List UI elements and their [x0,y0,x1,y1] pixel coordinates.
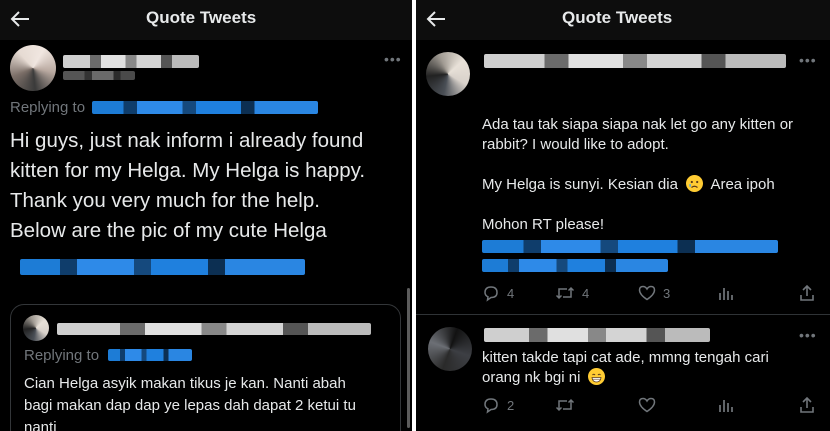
avatar[interactable] [10,45,56,91]
header-bar: Quote Tweets [0,0,412,40]
replying-to-label: Replying to [10,99,86,116]
quoted-tweet-card[interactable]: Replying to Cian Helga asyik makan tikus… [10,304,401,431]
quoted-line: nanti [24,419,57,431]
quoted-line: Cian Helga asyik makan tikus je kan. Nan… [24,375,346,392]
retweet-count: 4 [582,285,590,301]
tweet-text: kitten takde tapi cat ade, mmng tengah c… [482,348,822,388]
like-count: 3 [663,285,671,301]
tweet-text-segment: My Helga is sunyi. Kesian dia [482,176,678,193]
more-icon[interactable]: ••• [799,52,817,68]
tweet-separator [416,314,830,315]
hashtags-redacted[interactable] [20,259,305,275]
back-arrow-icon[interactable] [422,6,450,32]
analytics-icon [719,288,733,300]
retweet-icon [555,286,575,300]
back-arrow-icon[interactable] [6,6,34,32]
share-button[interactable] [798,396,816,414]
tweet-actions: 2 [482,396,816,418]
quoted-author-redacted [57,323,371,335]
reply-count: 4 [507,285,515,301]
reply-icon [484,398,498,414]
tweet-text: Ada tau tak siapa siapa nak let go any k… [482,115,822,155]
tweet-text-segment: orang nk bgi ni [482,369,581,386]
grin-emoji [587,368,605,385]
replying-to-label: Replying to [24,347,100,364]
like-button[interactable] [638,396,656,414]
analytics-button[interactable] [716,396,734,414]
hashtags-redacted[interactable] [482,240,778,253]
tweet-text-segment: Area ipoh [710,176,775,193]
share-icon [800,284,814,301]
author-handle-redacted[interactable] [63,71,135,80]
analytics-icon [719,400,733,412]
tweet-line-with-emoji: orang nk bgi ni [482,368,822,388]
reply-icon [484,286,498,302]
retweet-button[interactable] [555,396,575,414]
tweet-line-with-emoji: My Helga is sunyi. Kesian dia Area ipoh [482,175,822,195]
left-panel: Quote Tweets ••• Replying to Hi guys, ju… [0,0,412,431]
quoted-line: bagi makan dap dap ye lepas dah dapat 2 … [24,397,356,414]
reply-button[interactable]: 2 [482,396,514,414]
retweet-icon [555,398,575,412]
reply-button[interactable]: 4 [482,284,514,302]
page-title: Quote Tweets [146,8,257,27]
author-name-redacted[interactable] [484,328,710,342]
like-icon [638,285,656,301]
like-icon [638,397,656,413]
page-title: Quote Tweets [562,8,673,27]
quoted-tweet-text: Cian Helga asyik makan tikus je kan. Nan… [24,373,389,431]
scrollbar[interactable] [407,288,410,428]
author-name-redacted[interactable] [484,54,786,68]
tweet-line: kitten for my Helga. My Helga is happy. [10,159,366,182]
more-icon[interactable]: ••• [799,327,817,343]
sad-face-emoji [686,175,704,192]
tweet-text: Hi guys, just nak inform i already found… [10,126,405,246]
tweet-line: rabbit? I would like to adopt. [482,136,669,153]
tweet-line: Thank you very much for the help. [10,189,320,212]
author-name-redacted[interactable] [63,55,199,68]
tweet-line: Ada tau tak siapa siapa nak let go any k… [482,116,794,133]
tweet-line: Below are the pic of my cute Helga [10,219,327,242]
tweet-line: Hi guys, just nak inform i already found [10,129,364,152]
hashtags-redacted[interactable] [482,259,668,272]
avatar [23,315,49,341]
reply-count: 2 [507,397,515,413]
header-bar: Quote Tweets [416,0,830,40]
avatar[interactable] [426,52,470,96]
retweet-button[interactable]: 4 [555,284,589,302]
replying-to-handles-redacted[interactable] [108,349,192,361]
tweet-line: Mohon RT please! [482,216,605,233]
tweet-actions: 4 4 3 [482,284,816,306]
tweet-line: kitten takde tapi cat ade, mmng tengah c… [482,349,769,366]
share-button[interactable] [798,284,816,302]
like-button[interactable]: 3 [638,284,670,302]
avatar[interactable] [428,327,472,371]
more-icon[interactable]: ••• [384,51,402,67]
share-icon [800,396,814,413]
replying-to-handles-redacted[interactable] [92,101,318,114]
analytics-button[interactable] [716,284,734,302]
